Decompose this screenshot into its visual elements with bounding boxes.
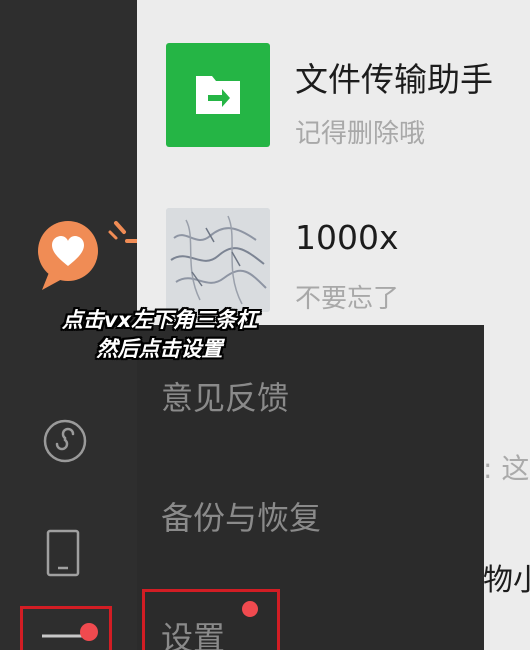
chat-name: 1000x (295, 218, 399, 257)
caption-line-2: 然后点击设置 (96, 337, 223, 361)
more-menu: 意见反馈 备份与恢复 设置 (137, 325, 484, 650)
partial-name-text: 物小 (483, 563, 530, 598)
sketch-avatar (166, 208, 270, 312)
menu-item-backup[interactable]: 备份与恢复 (161, 493, 321, 539)
heart-sticker-icon (38, 221, 142, 290)
chat-preview: 记得删除哦 (295, 119, 426, 149)
caption-line-1: 点击vx左下角三条杠 (61, 308, 258, 332)
menu-notification-dot (80, 623, 98, 641)
menu-item-feedback[interactable]: 意见反馈 (161, 373, 289, 419)
chat-preview: 不要忘了 (295, 284, 400, 314)
chat-name: 文件传输助手 (295, 60, 493, 99)
folder-arrow-icon (196, 76, 240, 114)
file-transfer-avatar (166, 43, 270, 147)
instruction-caption: 点击vx左下角三条杠 然后点击设置 (22, 306, 297, 364)
partial-preview-text: : 这 (483, 452, 530, 485)
chat-item-file-transfer[interactable]: 文件传输助手 记得删除哦 (137, 25, 530, 175)
settings-notification-dot (242, 601, 258, 617)
menu-item-settings[interactable]: 设置 (161, 613, 225, 650)
mini-program-icon[interactable] (42, 418, 88, 464)
phone-icon[interactable] (45, 528, 81, 578)
